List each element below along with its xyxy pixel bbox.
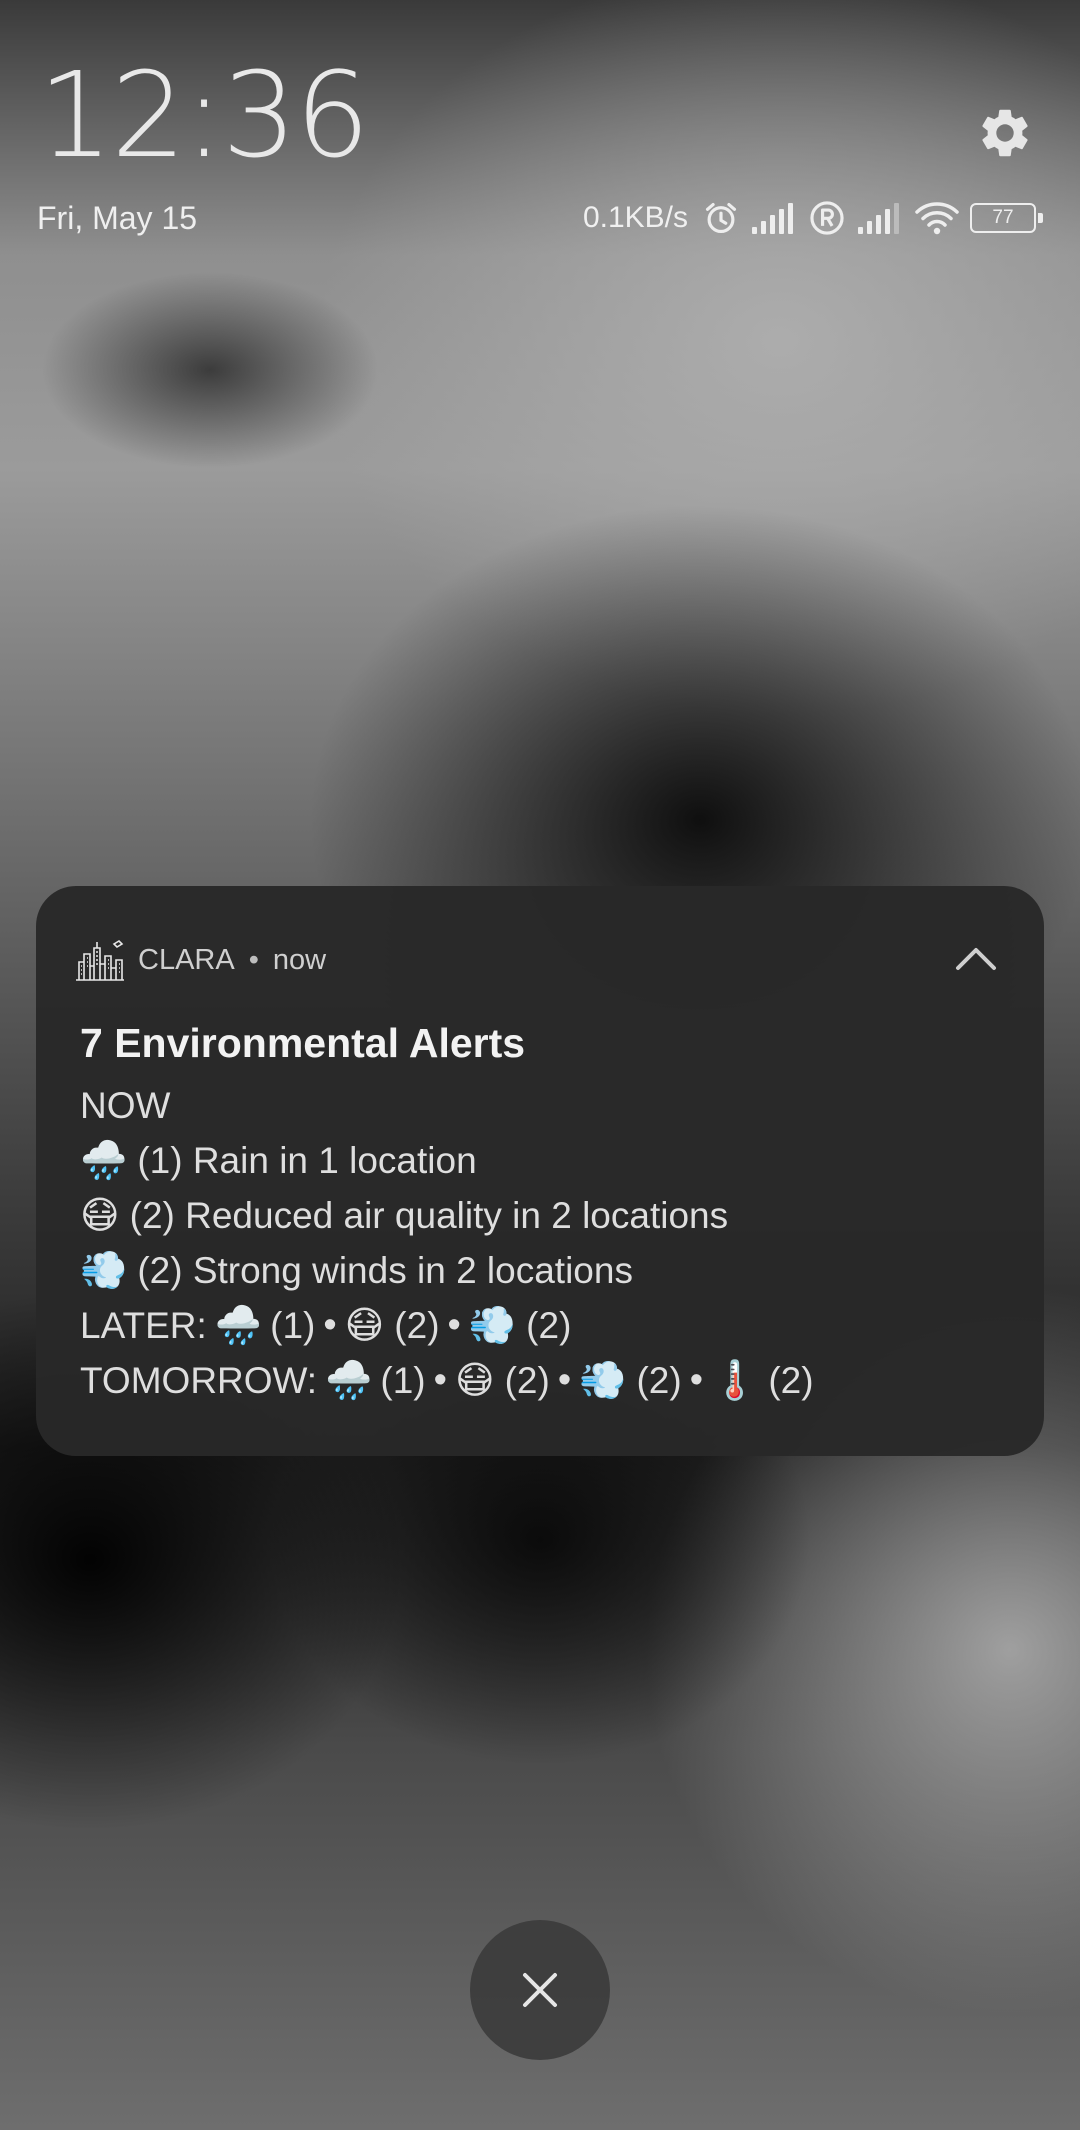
thermometer-icon: 🌡️ [711, 1359, 759, 1402]
battery-level: 77 [992, 207, 1014, 228]
notification-card[interactable]: CLARA • now 7 Environmental Alerts NOW 🌧… [36, 886, 1044, 1456]
air-count: (2) [504, 1359, 550, 1401]
alert-text: (1) Rain in 1 location [137, 1139, 477, 1181]
section-label-now: NOW [80, 1084, 171, 1126]
rain-count: (1) [270, 1304, 316, 1346]
wind-count: (2) [636, 1359, 682, 1401]
wind-icon: 💨 [80, 1249, 128, 1292]
rain-count: (1) [380, 1359, 426, 1401]
wind-icon: 💨 [468, 1304, 517, 1347]
bullet-separator: • [323, 1304, 337, 1346]
notification-body: NOW 🌧️ (1) Rain in 1 location 😷 (2) Redu… [80, 1078, 1020, 1408]
lockscreen-date: Fri, May 15 [37, 200, 198, 236]
wind-count: (2) [526, 1304, 572, 1346]
temperature-count: (2) [768, 1359, 814, 1401]
rain-cloud-icon: 🌧️ [325, 1359, 373, 1402]
bullet-separator: • [433, 1359, 447, 1401]
face-mask-icon: 😷 [454, 1360, 495, 1402]
network-speed: 0.1KB/s [582, 201, 688, 234]
alert-text: (2) Reduced air quality in 2 locations [129, 1194, 729, 1236]
face-mask-icon: 😷 [344, 1305, 385, 1347]
city-skyline-icon [76, 939, 124, 981]
air-count: (2) [394, 1304, 440, 1346]
header-separator: • [248, 943, 259, 976]
bullet-separator: • [557, 1359, 572, 1401]
dismiss-notifications-button[interactable] [470, 1920, 610, 2060]
rain-cloud-icon: 🌧️ [214, 1304, 263, 1347]
lockscreen-clock: 12:36 [38, 46, 370, 184]
battery-icon: 77 [970, 203, 1043, 233]
bullet-separator: • [447, 1304, 461, 1346]
close-icon [523, 1973, 557, 2007]
wifi-icon [915, 202, 959, 235]
wind-icon: 💨 [579, 1359, 627, 1402]
notification-time: now [272, 943, 327, 976]
gear-icon[interactable] [976, 104, 1034, 162]
alert-text: (2) Strong winds in 2 locations [137, 1249, 633, 1291]
signal-icon [858, 203, 899, 234]
later-summary: LATER: 🌧️ (1) • 😷 (2) • 💨 (2) [80, 1298, 1020, 1353]
chevron-up-icon[interactable] [950, 936, 1002, 980]
rain-cloud-icon: 🌧️ [80, 1139, 128, 1182]
roaming-icon [810, 201, 844, 235]
signal-icon [752, 203, 793, 234]
notification-app-name: CLARA [138, 943, 235, 976]
tomorrow-summary: TOMORROW: 🌧️ (1) • 😷 (2) • 💨 (2) • 🌡️ (2… [80, 1353, 1020, 1408]
list-item: 🌧️ (1) Rain in 1 location [80, 1133, 1020, 1188]
list-item: 💨 (2) Strong winds in 2 locations [80, 1243, 1020, 1298]
face-mask-icon: 😷 [80, 1195, 120, 1237]
notification-title: 7 Environmental Alerts [80, 1020, 526, 1066]
list-item: 😷 (2) Reduced air quality in 2 locations [80, 1188, 1020, 1243]
bullet-separator: • [689, 1359, 703, 1401]
status-bar: 0.1KB/s 77 [582, 196, 1043, 240]
notification-header: CLARA • now [74, 934, 326, 986]
later-label: LATER: [80, 1304, 207, 1346]
alarm-icon [705, 202, 737, 234]
tomorrow-label: TOMORROW: [80, 1359, 318, 1401]
